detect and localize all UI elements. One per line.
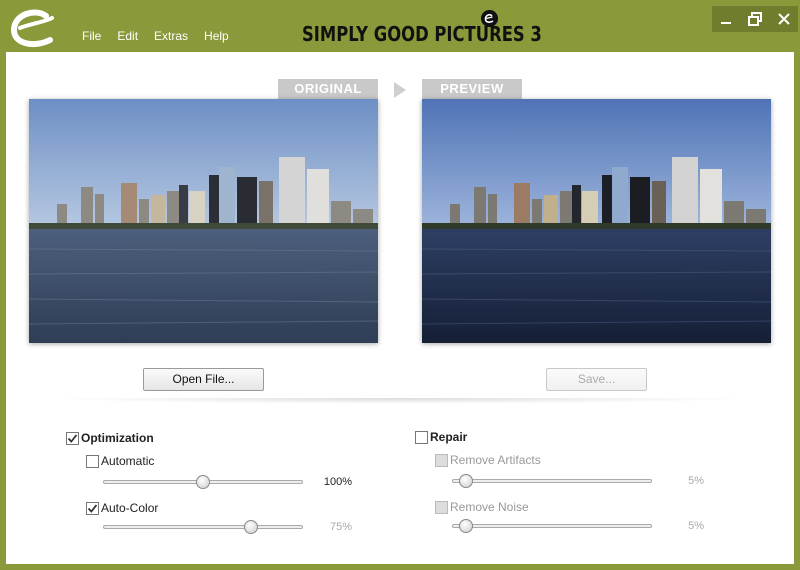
- slider-track: [452, 479, 652, 483]
- menu-help[interactable]: Help: [204, 29, 229, 43]
- save-button[interactable]: Save...: [546, 368, 647, 391]
- preview-label: PREVIEW: [422, 79, 522, 99]
- minimize-icon: [721, 22, 732, 24]
- menu-bar: File Edit Extras Help: [82, 29, 245, 43]
- close-icon: [777, 13, 790, 25]
- original-image: [29, 99, 378, 343]
- automatic-slider[interactable]: [103, 474, 303, 490]
- slider-thumb[interactable]: [459, 519, 473, 533]
- checkmark-icon: [87, 504, 98, 513]
- auto-color-value: 75%: [329, 521, 352, 533]
- repair-checkbox[interactable]: [415, 431, 428, 444]
- automatic-value: 100%: [323, 476, 352, 488]
- remove-noise-label: Remove Noise: [450, 500, 529, 514]
- maximize-button[interactable]: [744, 9, 766, 29]
- app-logo-icon: [10, 9, 54, 48]
- remove-noise-slider[interactable]: [452, 518, 652, 534]
- preview-image: [422, 99, 771, 343]
- open-file-button[interactable]: Open File...: [143, 368, 264, 391]
- title-bar: File Edit Extras Help SIMPLY GOOD PICTUR…: [0, 0, 800, 52]
- remove-artifacts-value: 5%: [688, 475, 704, 487]
- slider-thumb[interactable]: [244, 520, 258, 534]
- close-button[interactable]: [773, 9, 795, 29]
- slider-track: [452, 524, 652, 528]
- window-controls: [712, 6, 798, 32]
- main-panel: ORIGINAL PREVIEW Open File... Save... Op…: [6, 52, 794, 564]
- remove-artifacts-slider[interactable]: [452, 473, 652, 489]
- slider-track: [103, 525, 303, 529]
- checkmark-icon: [67, 434, 78, 443]
- arrow-right-icon: [394, 82, 406, 98]
- optimization-label: Optimization: [81, 431, 154, 445]
- remove-artifacts-label: Remove Artifacts: [450, 453, 541, 467]
- minimize-button[interactable]: [715, 9, 737, 29]
- remove-noise-value: 5%: [688, 520, 704, 532]
- divider: [46, 398, 754, 404]
- auto-color-checkbox[interactable]: [86, 502, 99, 515]
- remove-noise-checkbox[interactable]: [435, 501, 448, 514]
- slider-thumb[interactable]: [459, 474, 473, 488]
- auto-color-slider[interactable]: [103, 519, 303, 535]
- app-title: SIMPLY GOOD PICTURES 3: [302, 22, 542, 46]
- original-label: ORIGINAL: [278, 79, 378, 99]
- automatic-checkbox[interactable]: [86, 455, 99, 468]
- automatic-label: Automatic: [101, 454, 155, 468]
- repair-label: Repair: [430, 430, 468, 444]
- menu-extras[interactable]: Extras: [154, 29, 188, 43]
- menu-file[interactable]: File: [82, 29, 101, 43]
- remove-artifacts-checkbox[interactable]: [435, 454, 448, 467]
- optimization-checkbox[interactable]: [66, 432, 79, 445]
- auto-color-label: Auto-Color: [101, 501, 159, 515]
- slider-thumb[interactable]: [196, 475, 210, 489]
- maximize-icon: [747, 12, 762, 26]
- brand-badge-icon: [481, 10, 498, 27]
- menu-edit[interactable]: Edit: [117, 29, 138, 43]
